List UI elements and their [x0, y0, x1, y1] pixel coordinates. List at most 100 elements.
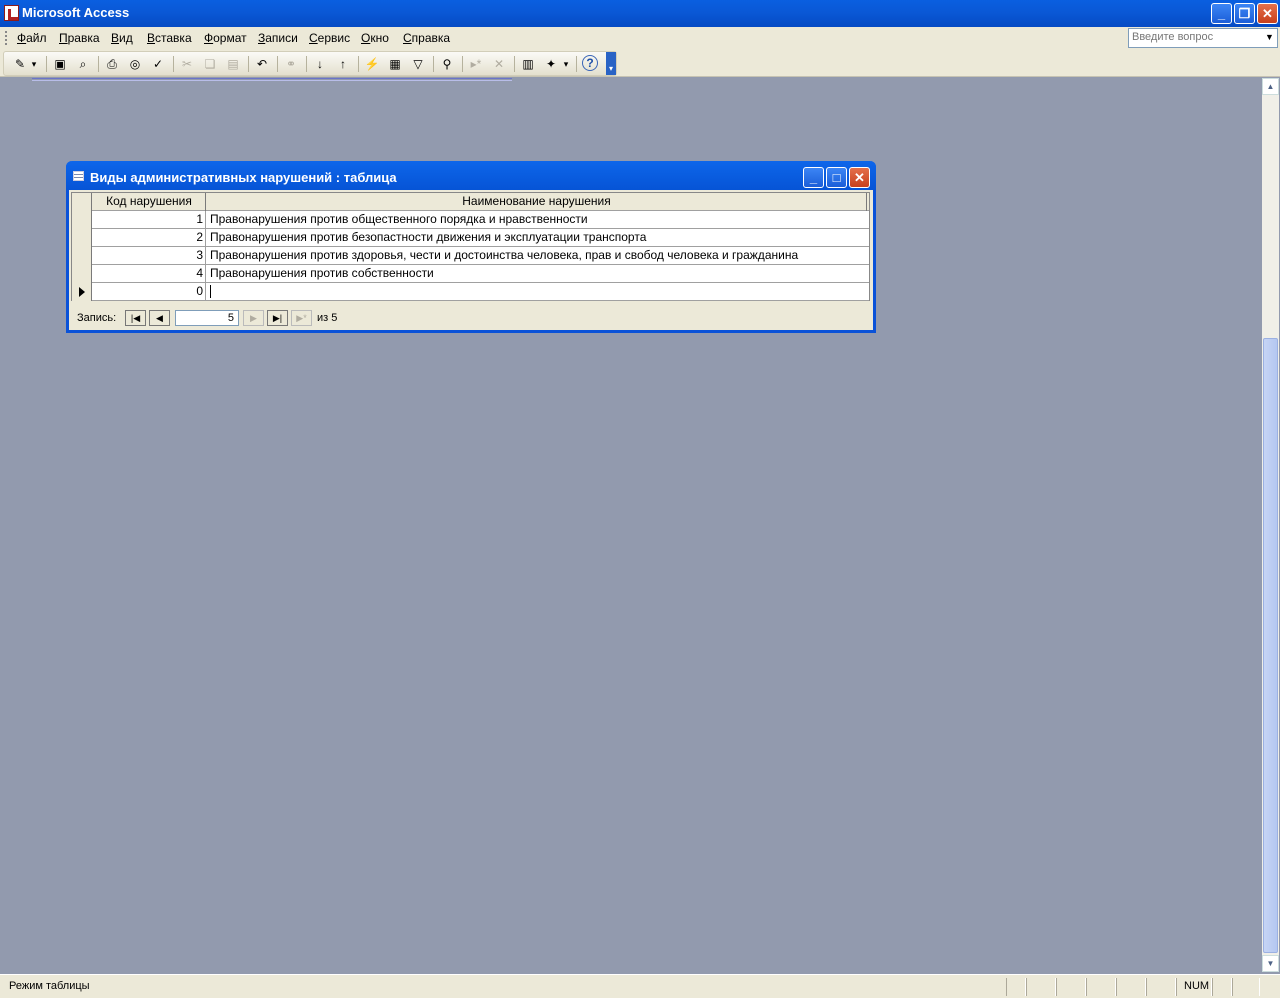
cell-code[interactable]: 2: [93, 229, 206, 247]
new-object-icon[interactable]: ✦: [542, 55, 560, 73]
status-panel: [1232, 978, 1260, 996]
status-panel: [1026, 978, 1056, 996]
table-row-current[interactable]: 0: [72, 283, 869, 301]
new-object-dropdown-icon[interactable]: ▾: [561, 55, 571, 73]
menu-help[interactable]: Справка: [403, 31, 450, 45]
header-row: Код нарушения Наименование нарушения: [72, 193, 869, 211]
file-search-icon[interactable]: ⌕: [74, 55, 92, 73]
row-selector-current[interactable]: [72, 283, 92, 301]
view-design-icon[interactable]: ✎: [11, 55, 29, 73]
menu-tools[interactable]: Сервис: [309, 31, 350, 45]
table-row[interactable]: 2 Правонарушения против безопастности дв…: [72, 229, 869, 247]
first-record-button[interactable]: |◀: [125, 310, 146, 326]
spelling-icon[interactable]: ✓: [149, 55, 167, 73]
table-close-button[interactable]: ✕: [849, 167, 870, 188]
copy-icon[interactable]: ❏: [201, 55, 219, 73]
access-app-icon[interactable]: [4, 5, 19, 21]
find-icon[interactable]: ⚲: [438, 55, 456, 73]
last-record-button[interactable]: ▶|: [267, 310, 288, 326]
new-record-button[interactable]: ▶*: [291, 310, 312, 326]
status-mode-text: Режим таблицы: [9, 980, 90, 992]
menu-file[interactable]: Файл: [17, 31, 47, 45]
menu-insert[interactable]: Вставка: [147, 31, 192, 45]
table-window: Виды административных нарушений : таблиц…: [66, 161, 876, 333]
toolbar-options-icon[interactable]: ▾: [606, 52, 616, 75]
cell-code[interactable]: 0: [93, 283, 206, 301]
toolbar-separator: [277, 56, 278, 72]
table-row[interactable]: 1 Правонарушения против общественного по…: [72, 211, 869, 229]
cell-code[interactable]: 4: [93, 265, 206, 283]
menu-format[interactable]: Формат: [204, 31, 247, 45]
toolbar-separator: [462, 56, 463, 72]
filter-by-selection-icon[interactable]: ⚡: [363, 55, 381, 73]
row-selector[interactable]: [72, 265, 92, 283]
hyperlink-icon[interactable]: ⚭: [282, 55, 300, 73]
table-icon[interactable]: [73, 171, 84, 181]
toolbar-separator: [358, 56, 359, 72]
access-application: Microsoft Access _ ❐ ✕ Файл Правка Вид В…: [0, 0, 1280, 998]
toolbar-separator: [248, 56, 249, 72]
scroll-down-icon[interactable]: ▼: [1262, 955, 1279, 972]
menu-edit[interactable]: Правка: [59, 31, 100, 45]
table-row[interactable]: 3 Правонарушения против здоровья, чести …: [72, 247, 869, 265]
close-button[interactable]: ✕: [1257, 3, 1278, 24]
status-panel: [1056, 978, 1086, 996]
sort-descending-icon[interactable]: ↑: [334, 55, 352, 73]
delete-record-icon[interactable]: ✕: [490, 55, 508, 73]
paste-icon[interactable]: ▤: [224, 55, 242, 73]
previous-record-button[interactable]: ◀: [149, 310, 170, 326]
status-panel: [1006, 978, 1026, 996]
status-panel: [1086, 978, 1116, 996]
cell-name[interactable]: Правонарушения против здоровья, чести и …: [207, 247, 867, 265]
current-record-input[interactable]: 5: [175, 310, 239, 326]
status-bar: Режим таблицы NUM: [0, 974, 1280, 998]
print-preview-icon[interactable]: ◎: [126, 55, 144, 73]
scroll-up-icon[interactable]: ▲: [1262, 78, 1279, 95]
column-header-name[interactable]: Наименование нарушения: [207, 193, 867, 211]
cell-name[interactable]: Правонарушения против безопастности движ…: [207, 229, 867, 247]
cut-icon[interactable]: ✂: [178, 55, 196, 73]
view-dropdown-icon[interactable]: ▾: [29, 55, 39, 73]
menu-bar: Файл Правка Вид Вставка Формат Записи Се…: [0, 27, 1280, 50]
status-panel: [1212, 978, 1232, 996]
restore-button[interactable]: ❐: [1234, 3, 1255, 24]
record-navigation-bar: Запись: |◀ ◀ 5 ▶ ▶| ▶* из 5: [71, 307, 870, 329]
table-window-title-bar[interactable]: Виды административных нарушений : таблиц…: [66, 161, 876, 190]
cell-code[interactable]: 1: [93, 211, 206, 229]
menu-view[interactable]: Вид: [111, 31, 133, 45]
database-window-icon[interactable]: ▥: [519, 55, 537, 73]
table-maximize-button[interactable]: □: [826, 167, 847, 188]
ask-question-input[interactable]: Введите вопрос: [1128, 28, 1278, 48]
cell-name[interactable]: Правонарушения против общественного поря…: [207, 211, 867, 229]
row-selector[interactable]: [72, 211, 92, 229]
toolbar-separator: [433, 56, 434, 72]
table-minimize-button[interactable]: _: [803, 167, 824, 188]
row-selector[interactable]: [72, 229, 92, 247]
new-record-icon[interactable]: ▸*: [467, 55, 485, 73]
ask-dropdown-icon[interactable]: ▼: [1265, 32, 1274, 42]
menu-grip[interactable]: [5, 31, 7, 45]
scroll-thumb[interactable]: [1263, 338, 1278, 953]
apply-filter-icon[interactable]: ▽: [409, 55, 427, 73]
menu-records[interactable]: Записи: [258, 31, 298, 45]
next-record-button[interactable]: ▶: [243, 310, 264, 326]
table-window-title: Виды административных нарушений : таблиц…: [90, 170, 397, 185]
column-header-code[interactable]: Код нарушения: [93, 193, 206, 211]
record-count: из 5: [317, 312, 338, 324]
cell-name[interactable]: Правонарушения против собственности: [207, 265, 867, 283]
minimize-button[interactable]: _: [1211, 3, 1232, 24]
vertical-scrollbar[interactable]: ▲ ▼: [1262, 78, 1279, 972]
help-icon[interactable]: ?: [582, 55, 598, 71]
save-icon[interactable]: ▣: [51, 55, 69, 73]
undo-icon[interactable]: ↶: [253, 55, 271, 73]
row-selector[interactable]: [72, 247, 92, 265]
filter-by-form-icon[interactable]: ▦: [386, 55, 404, 73]
record-label: Запись:: [77, 312, 117, 324]
select-all-cell[interactable]: [72, 193, 92, 211]
cell-code[interactable]: 3: [93, 247, 206, 265]
cell-name-editing[interactable]: [207, 283, 867, 301]
print-icon[interactable]: ⎙: [103, 55, 121, 73]
table-row[interactable]: 4 Правонарушения против собственности: [72, 265, 869, 283]
sort-ascending-icon[interactable]: ↓: [311, 55, 329, 73]
menu-window[interactable]: Окно: [361, 31, 389, 45]
